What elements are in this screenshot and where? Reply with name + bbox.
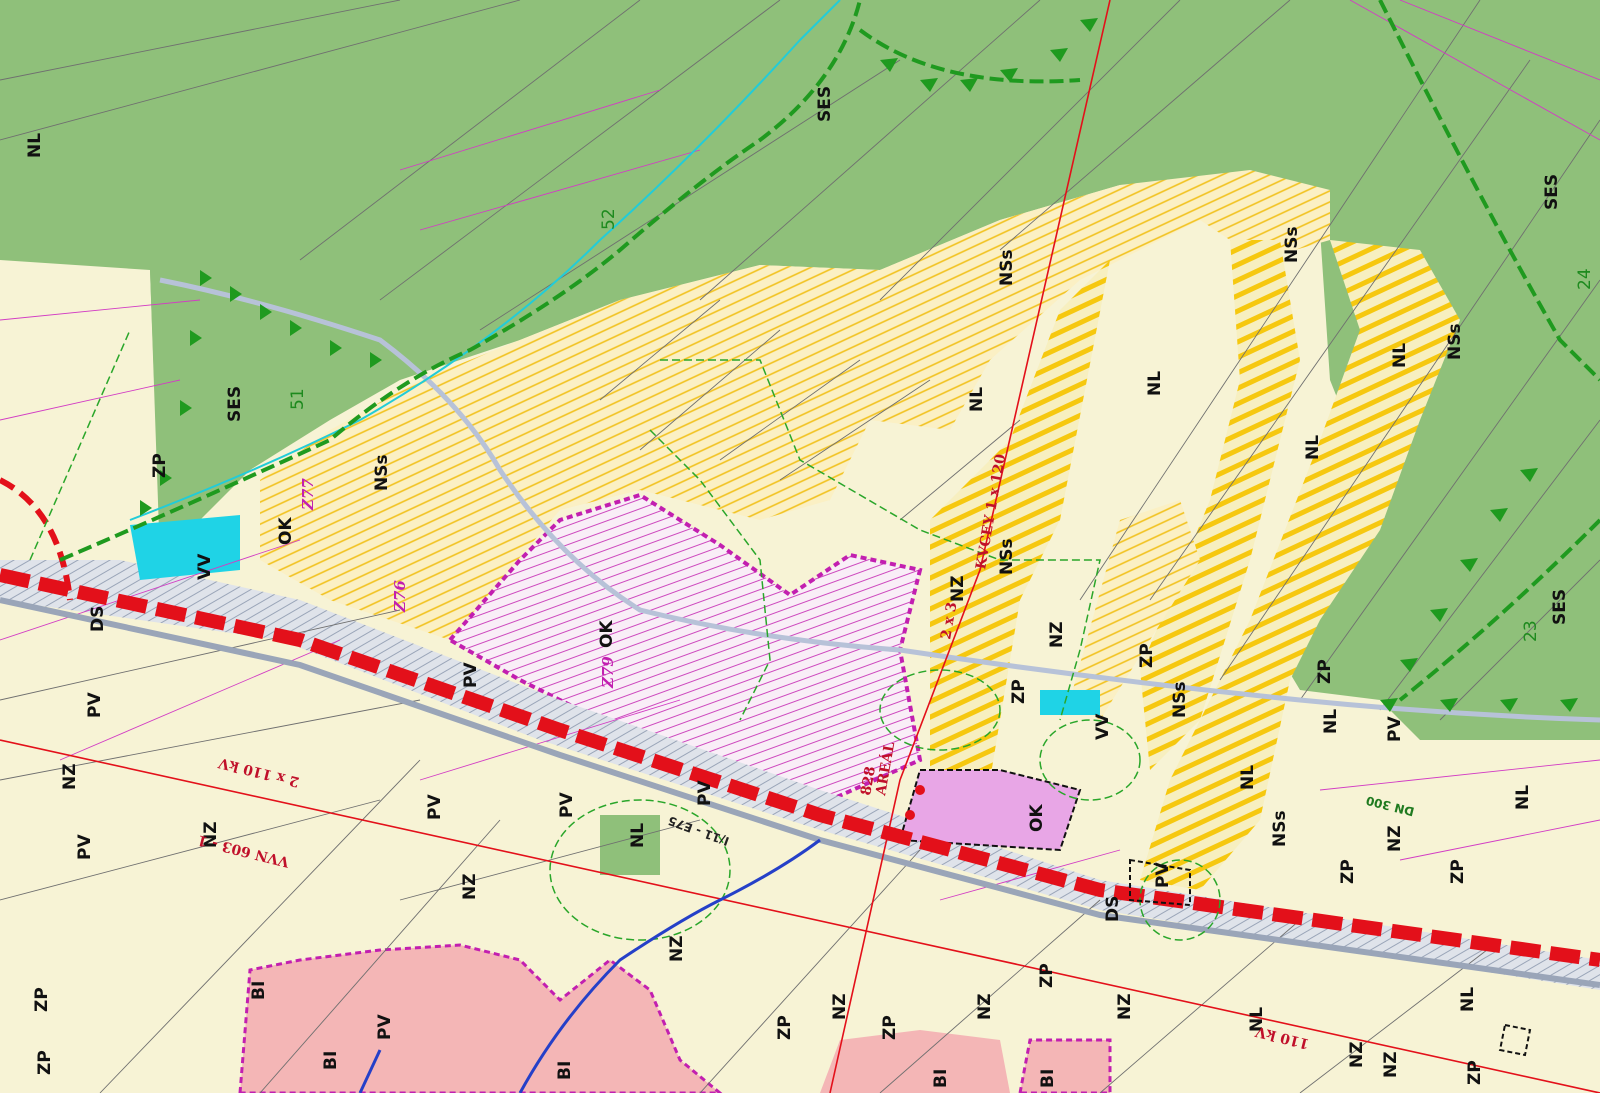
label-nz: NZ (60, 763, 80, 790)
water-reservoir-west (130, 515, 240, 580)
label-pv: PV (695, 780, 715, 806)
label-nl: NL (967, 387, 987, 412)
label-ok: OK (597, 620, 617, 648)
land-use-map[interactable]: NL SES SES SES SES NSs NSs NSs NSs NSs N… (0, 0, 1600, 1093)
water-reservoir-east (1040, 690, 1100, 715)
label-nss: NSs (997, 538, 1017, 575)
label-zp: ZP (1315, 659, 1335, 684)
label-pv: PV (461, 662, 481, 688)
label-zp: ZP (1448, 859, 1468, 884)
label-nz: NZ (1347, 1041, 1367, 1068)
label-nl: NL (1513, 785, 1533, 810)
label-bi: BI (931, 1069, 951, 1088)
label-bi: BI (249, 981, 269, 1000)
label-ds: DS (88, 606, 108, 632)
label-nz: NZ (975, 993, 995, 1020)
map-canvas[interactable]: NL SES SES SES SES NSs NSs NSs NSs NSs N… (0, 0, 1600, 1093)
label-nz: NZ (1381, 1051, 1401, 1078)
label-vv: VV (195, 553, 215, 580)
label-nz: NZ (1385, 825, 1405, 852)
corridor-51-label: 51 (288, 388, 308, 410)
label-pv: PV (557, 792, 577, 818)
label-bi: BI (321, 1051, 341, 1070)
label-nl: NL (25, 133, 45, 158)
label-ok: OK (276, 517, 296, 545)
label-zp: ZP (150, 453, 170, 478)
corridor-24-label: 24 (1575, 268, 1595, 290)
label-nl: NL (1303, 435, 1323, 460)
label-bi: BI (555, 1061, 575, 1080)
label-nz: NZ (1115, 993, 1135, 1020)
built-up-area-south (820, 1030, 1010, 1093)
label-ses: SES (815, 86, 835, 122)
label-ds: DS (1103, 896, 1123, 922)
label-nss: NSs (1282, 226, 1302, 263)
label-nl: NL (1458, 987, 1478, 1012)
z79-label: Z79 (599, 656, 617, 689)
transformer-point-1 (905, 810, 915, 820)
label-nz: NZ (830, 993, 850, 1020)
label-ses: SES (225, 386, 245, 422)
corridor-52-label: 52 (599, 208, 619, 230)
label-ses: SES (1542, 174, 1562, 210)
z76-label: Z76 (391, 580, 409, 613)
label-vv: VV (1093, 713, 1113, 740)
z77-label: Z77 (299, 478, 317, 511)
label-nz: NZ (1047, 621, 1067, 648)
label-nss: NSs (1270, 810, 1290, 847)
corridor-23-label: 23 (1521, 620, 1541, 642)
label-nl: NL (1390, 343, 1410, 368)
label-ok: OK (1027, 804, 1047, 832)
label-pv: PV (375, 1014, 395, 1040)
label-pv: PV (85, 692, 105, 718)
label-pv: PV (75, 834, 95, 860)
label-nl: NL (1321, 709, 1341, 734)
label-ses: SES (1550, 589, 1570, 625)
label-zp: ZP (1465, 1060, 1485, 1085)
transformer-point-2 (915, 785, 925, 795)
label-nss: NSs (997, 249, 1017, 286)
label-nl: NL (1238, 765, 1258, 790)
label-zp: ZP (35, 1050, 55, 1075)
label-pv: PV (1153, 862, 1173, 888)
label-zp: ZP (1037, 963, 1057, 988)
label-pv: PV (1385, 716, 1405, 742)
label-nl: NL (628, 823, 648, 848)
label-bi: BI (1038, 1069, 1058, 1088)
label-zp: ZP (775, 1015, 795, 1040)
label-zp: ZP (32, 987, 52, 1012)
label-nss: NSs (1445, 323, 1465, 360)
label-nz: NZ (948, 575, 968, 602)
label-pv: PV (425, 794, 445, 820)
label-zp: ZP (1009, 679, 1029, 704)
label-nz: NZ (460, 873, 480, 900)
built-up-area-se (1018, 1038, 1112, 1093)
label-nl: NL (1145, 371, 1165, 396)
label-nss: NSs (372, 454, 392, 491)
label-nz: NZ (667, 935, 687, 962)
label-zp: ZP (880, 1015, 900, 1040)
label-zp: ZP (1137, 643, 1157, 668)
label-nss: NSs (1170, 681, 1190, 718)
label-zp: ZP (1338, 859, 1358, 884)
